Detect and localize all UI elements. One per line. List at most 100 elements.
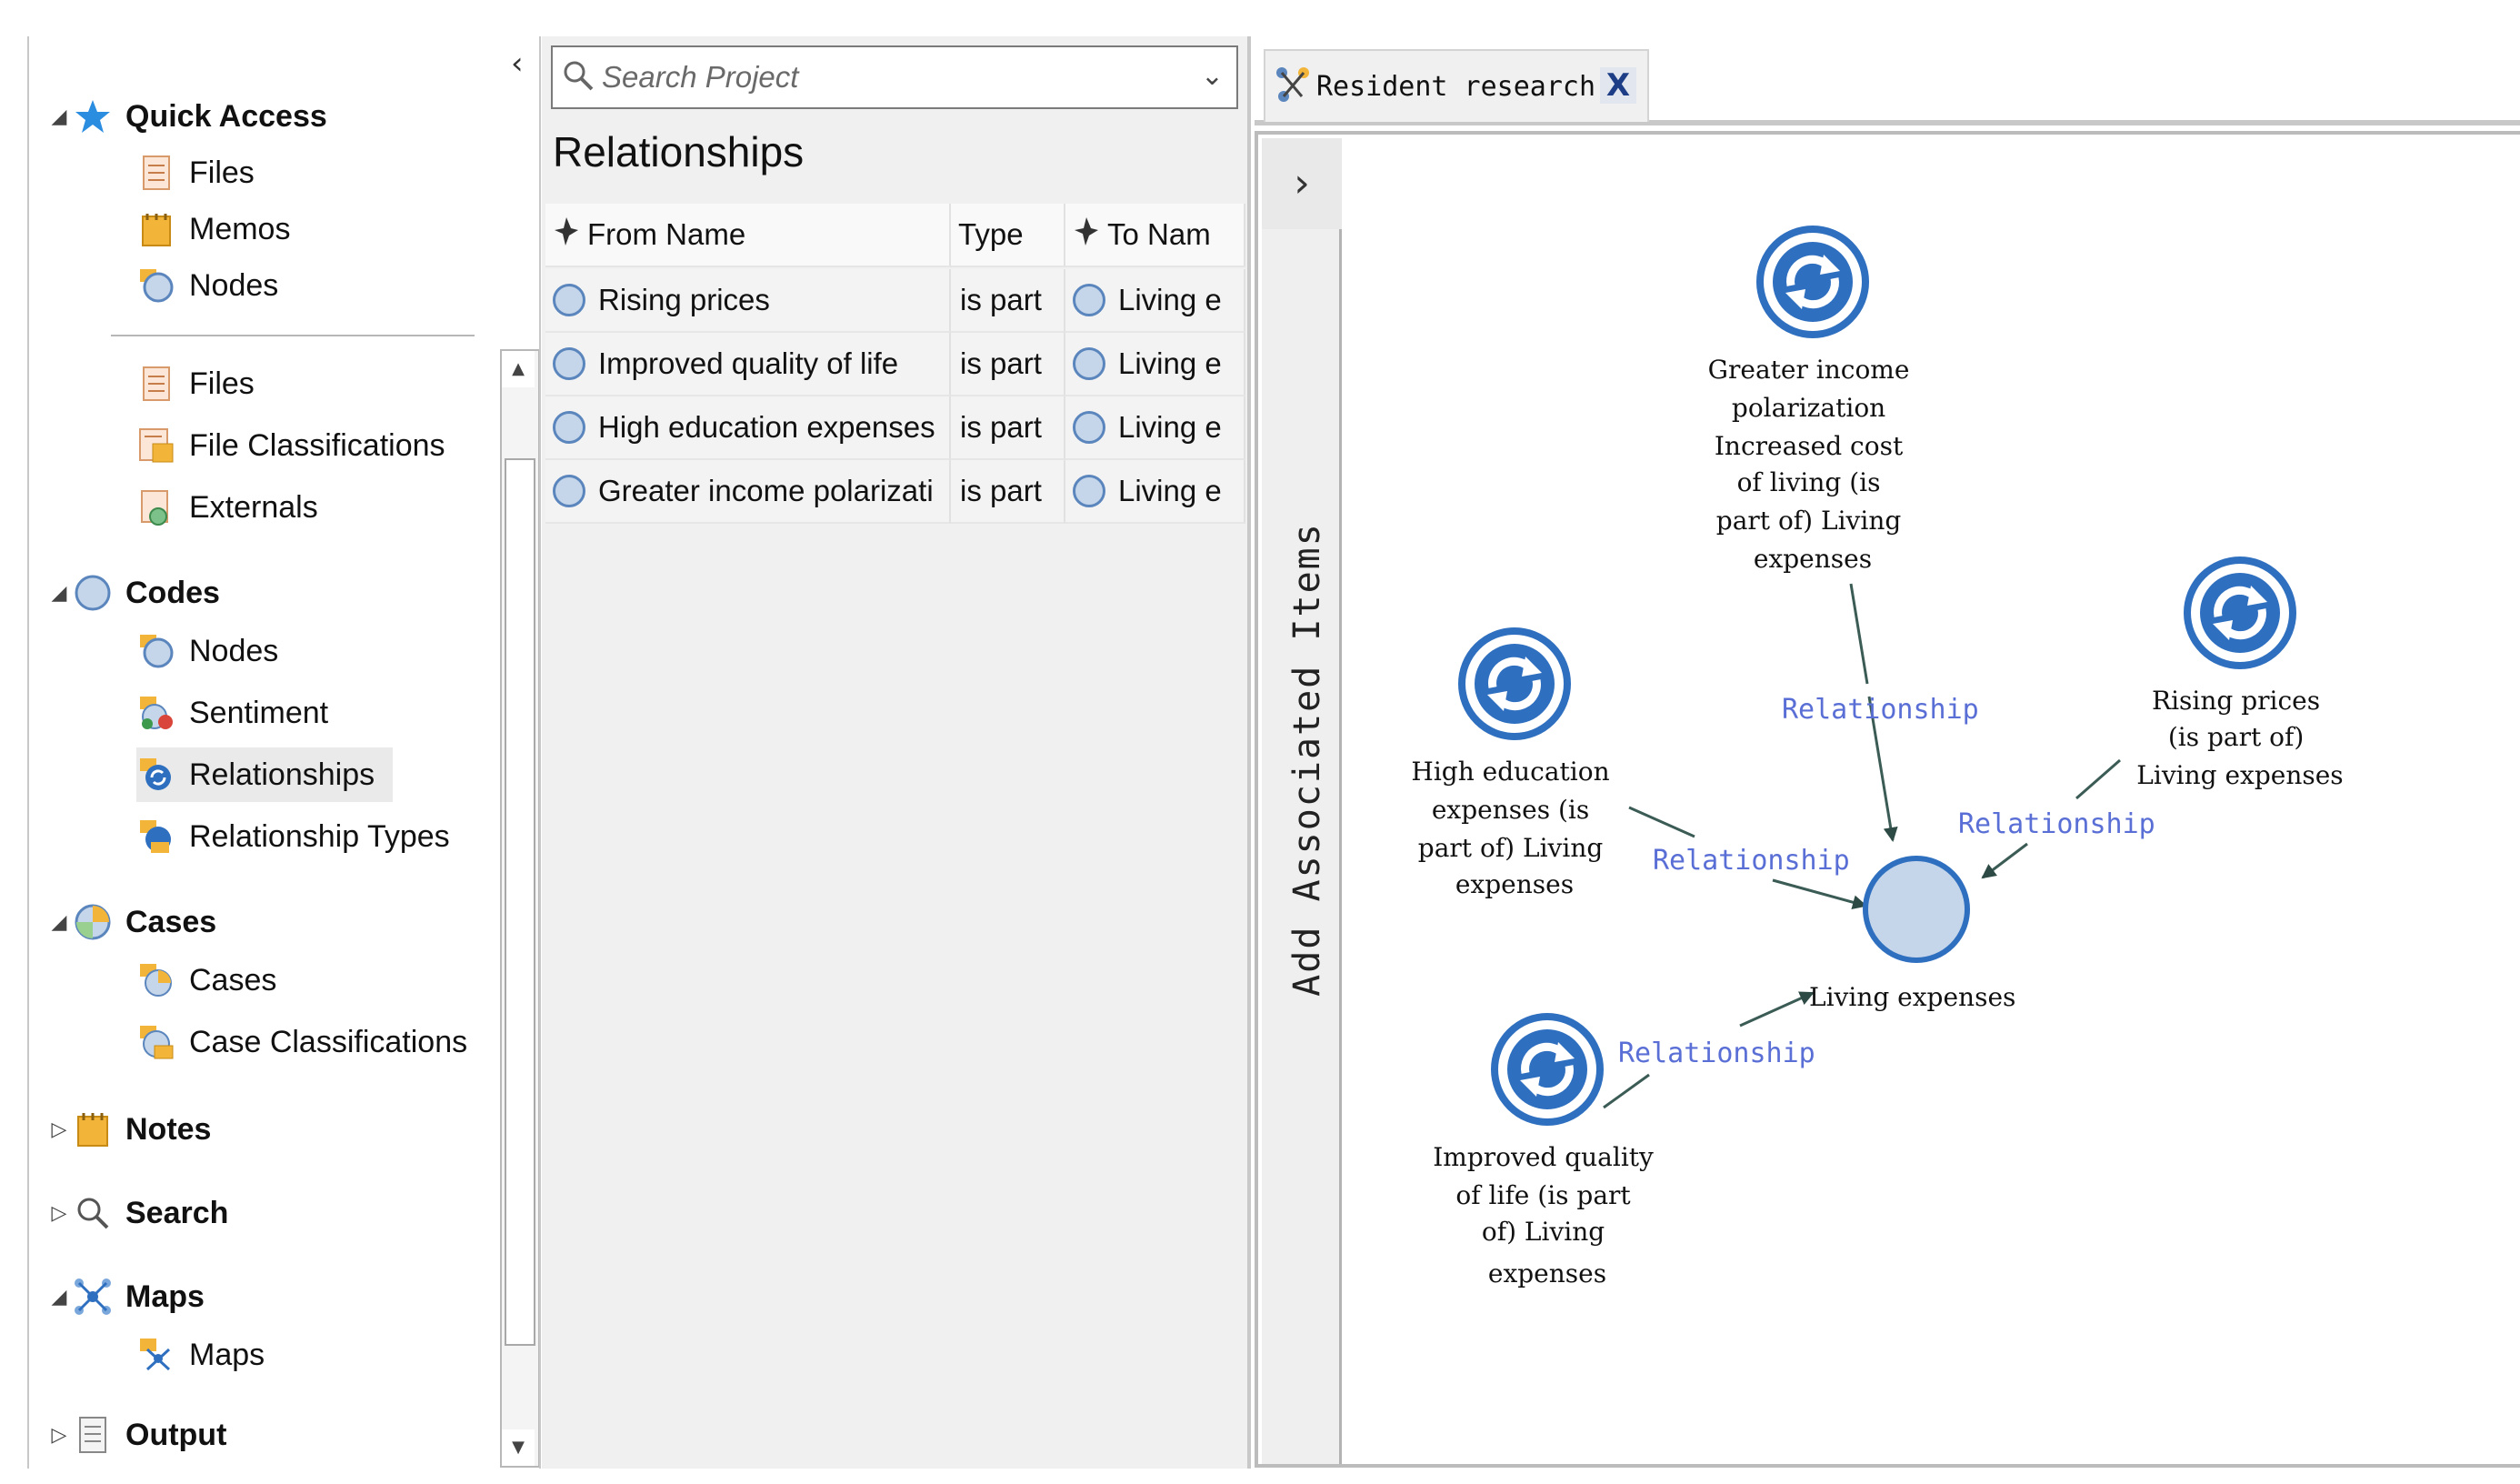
table-row-from[interactable]: Improved quality of life bbox=[545, 333, 951, 396]
table-row-to[interactable]: Living e bbox=[1065, 460, 1245, 524]
relationship-label[interactable]: Relationship bbox=[1618, 1038, 1815, 1069]
nav-item-case-classifications[interactable]: Case Classifications bbox=[136, 1015, 467, 1069]
nav-item-label: Memos bbox=[189, 211, 291, 246]
scroll-down-arrow-icon[interactable]: ▼ bbox=[502, 1429, 535, 1466]
nav-item-label: Nodes bbox=[189, 267, 279, 303]
node-icon bbox=[553, 475, 585, 507]
table-row-to[interactable]: Living e bbox=[1065, 333, 1245, 396]
nav-group-label: Maps bbox=[125, 1278, 205, 1314]
node-icon bbox=[1073, 411, 1105, 444]
tab-resident-research[interactable]: Resident research X bbox=[1264, 49, 1649, 122]
pin-icon[interactable] bbox=[553, 216, 580, 254]
table-row-from[interactable]: Greater income polarizati bbox=[545, 460, 951, 524]
chevron-down-icon[interactable]: ⌄ bbox=[1201, 60, 1224, 92]
table-row-from[interactable]: High education expenses bbox=[545, 396, 951, 460]
column-header-label: To Nam bbox=[1107, 217, 1211, 251]
map-canvas-frame: Relationship Relationship Relationship R… bbox=[1255, 131, 2520, 1468]
nav-group-codes[interactable]: ◢ Codes bbox=[45, 566, 220, 620]
node-label: High education expenses (is part of) Liv… bbox=[1411, 757, 1617, 899]
relationship-label[interactable]: Relationship bbox=[1782, 694, 1979, 726]
column-header-to-name[interactable]: To Nam bbox=[1065, 204, 1245, 267]
collapsed-triangle-icon[interactable]: ▷ bbox=[45, 1202, 73, 1225]
nav-item-label: Maps bbox=[189, 1337, 265, 1372]
nav-item-label: File Classifications bbox=[189, 427, 445, 463]
node-icon bbox=[1073, 284, 1105, 316]
cell-from-name: Rising prices bbox=[598, 283, 770, 316]
relationship-icon bbox=[1458, 627, 1571, 740]
add-associated-items-label[interactable]: Add Associated Items bbox=[1286, 486, 1328, 1032]
expanded-triangle-icon[interactable]: ◢ bbox=[45, 911, 73, 934]
nav-group-maps[interactable]: ◢ Maps bbox=[45, 1269, 205, 1324]
cell-to-name: Living e bbox=[1118, 346, 1222, 380]
node-icon bbox=[553, 347, 585, 380]
output-icon bbox=[73, 1415, 113, 1455]
table-row-from[interactable]: Rising prices bbox=[545, 269, 951, 333]
node-icon bbox=[1073, 475, 1105, 507]
relationship-icon bbox=[2184, 556, 2296, 669]
nav-item-memos[interactable]: Memos bbox=[136, 202, 290, 256]
expanded-triangle-icon[interactable]: ◢ bbox=[45, 1286, 73, 1309]
relationship-label[interactable]: Relationship bbox=[1958, 808, 2155, 840]
relationship-node-higher[interactable]: High education expenses (is part of) Liv… bbox=[1411, 627, 1617, 899]
search-project-field[interactable]: Search Project ⌄ bbox=[551, 45, 1238, 109]
nav-item-nodes[interactable]: Nodes bbox=[136, 258, 278, 313]
nav-item-nodes-codes[interactable]: Nodes bbox=[136, 624, 278, 678]
cell-from-name: High education expenses bbox=[598, 410, 935, 444]
collapsed-triangle-icon[interactable]: ▷ bbox=[45, 1424, 73, 1447]
relationship-label[interactable]: Relationship bbox=[1653, 845, 1850, 877]
nav-group-label: Codes bbox=[125, 575, 220, 610]
node-icon bbox=[553, 284, 585, 316]
center-node[interactable]: Living expenses bbox=[1809, 856, 2015, 1012]
scroll-thumb[interactable] bbox=[505, 458, 535, 1346]
nav-group-search[interactable]: ▷ Search bbox=[45, 1186, 229, 1240]
nav-group-notes[interactable]: ▷ Notes bbox=[45, 1102, 211, 1157]
cell-from-name: Greater income polarizati bbox=[598, 474, 934, 507]
nav-group-output[interactable]: ▷ Output bbox=[45, 1408, 226, 1462]
tab-label: Resident research bbox=[1316, 70, 1596, 103]
sentiment-icon bbox=[136, 693, 176, 733]
nav-item-files-data[interactable]: Files bbox=[136, 356, 255, 411]
cell-to-name: Living e bbox=[1118, 474, 1222, 507]
pin-icon[interactable] bbox=[1073, 216, 1100, 254]
nav-item-files[interactable]: Files bbox=[136, 145, 255, 200]
table-row-type[interactable]: is part bbox=[951, 396, 1065, 460]
cell-type: is part bbox=[960, 474, 1042, 507]
expanded-triangle-icon[interactable]: ◢ bbox=[45, 582, 73, 605]
star-icon bbox=[73, 96, 113, 136]
expanded-triangle-icon[interactable]: ◢ bbox=[45, 105, 73, 128]
node-icon bbox=[136, 266, 176, 306]
nav-group-label: Search bbox=[125, 1195, 229, 1230]
relationship-node-rising[interactable]: Rising prices (is part of) Living expens… bbox=[2136, 556, 2344, 790]
document-tab-strip: Resident research X bbox=[1255, 36, 2520, 125]
collapse-nav-button[interactable]: ‹ bbox=[511, 45, 524, 82]
nav-item-maps[interactable]: Maps bbox=[136, 1328, 265, 1382]
table-row-type[interactable]: is part bbox=[951, 460, 1065, 524]
table-row-to[interactable]: Living e bbox=[1065, 396, 1245, 460]
collapsed-triangle-icon[interactable]: ▷ bbox=[45, 1118, 73, 1141]
cell-type: is part bbox=[960, 346, 1042, 380]
nav-item-relationship-types[interactable]: Relationship Types bbox=[136, 809, 450, 864]
nav-item-cases[interactable]: Cases bbox=[136, 953, 276, 1008]
nav-item-externals[interactable]: Externals bbox=[136, 480, 318, 535]
nav-item-sentiment[interactable]: Sentiment bbox=[136, 686, 328, 740]
nav-group-quick-access[interactable]: ◢ Quick Access bbox=[45, 89, 327, 144]
nav-scrollbar[interactable]: ▲ ▼ bbox=[500, 349, 539, 1468]
table-row-to[interactable]: Living e bbox=[1065, 269, 1245, 333]
map-icon bbox=[136, 1335, 176, 1375]
column-header-from-name[interactable]: From Name bbox=[545, 204, 951, 267]
relationship-icon bbox=[1756, 226, 1869, 338]
relationship-node-greater[interactable]: Greater income polarization Increased co… bbox=[1708, 226, 1918, 574]
column-header-type[interactable]: Type bbox=[951, 204, 1065, 267]
expand-panel-button[interactable]: › bbox=[1262, 138, 1342, 229]
close-icon[interactable]: X bbox=[1600, 67, 1636, 104]
table-row-type[interactable]: is part bbox=[951, 333, 1065, 396]
table-row-type[interactable]: is part bbox=[951, 269, 1065, 333]
nav-group-cases[interactable]: ◢ Cases bbox=[45, 895, 216, 949]
nav-item-file-classifications[interactable]: File Classifications bbox=[136, 418, 445, 473]
relationship-map[interactable]: Relationship Relationship Relationship R… bbox=[1258, 135, 2520, 1464]
node-icon bbox=[1073, 347, 1105, 380]
node-icon bbox=[136, 631, 176, 671]
scroll-up-arrow-icon[interactable]: ▲ bbox=[502, 351, 535, 387]
map-icon bbox=[1275, 65, 1311, 107]
nav-item-relationships[interactable]: Relationships bbox=[136, 747, 393, 802]
